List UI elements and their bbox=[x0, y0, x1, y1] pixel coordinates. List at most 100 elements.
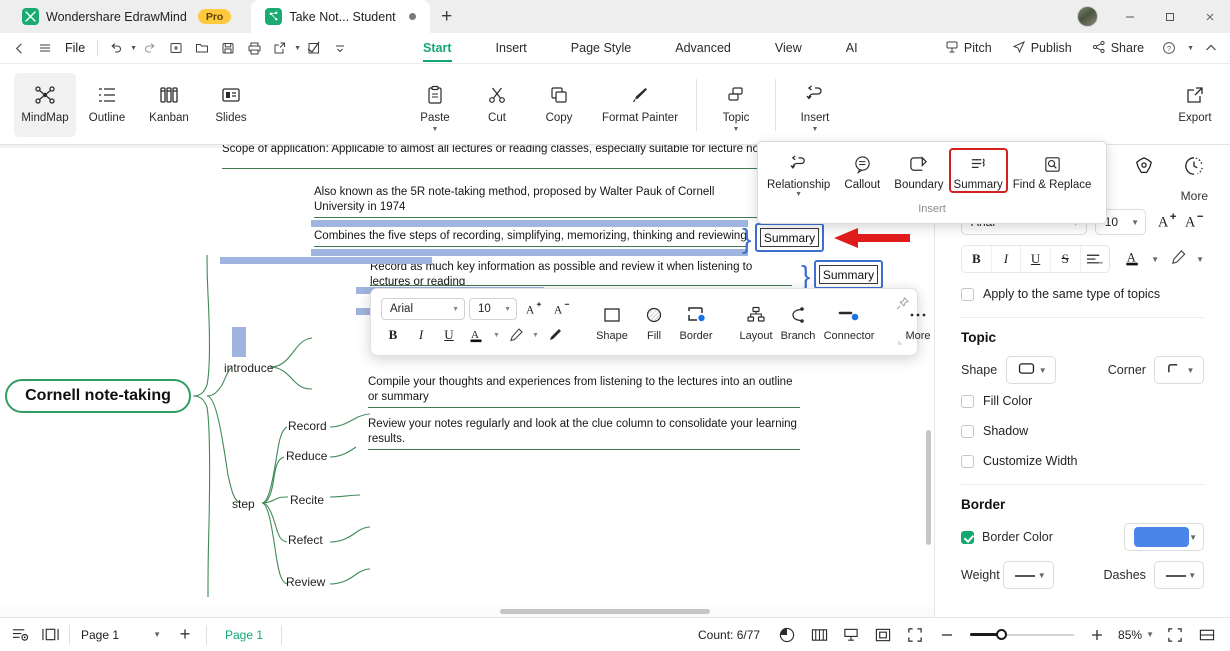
summary-node-1[interactable]: Summary bbox=[760, 228, 819, 247]
redo-icon[interactable] bbox=[137, 33, 163, 64]
ribbon-slides-button[interactable]: Slides bbox=[200, 73, 262, 137]
weight-select[interactable]: ▼ bbox=[1003, 561, 1054, 589]
branch-review[interactable]: Review bbox=[286, 575, 325, 589]
resize-handle-icon[interactable] bbox=[898, 334, 909, 347]
check-icon[interactable] bbox=[301, 33, 327, 64]
customize-width-row[interactable]: Customize Width bbox=[961, 454, 1204, 468]
outline-view-icon[interactable] bbox=[5, 618, 35, 651]
ftb-connector-button[interactable]: Connector bbox=[819, 302, 879, 342]
shadow-checkbox[interactable] bbox=[961, 424, 974, 438]
ftb-layout-button[interactable]: Layout bbox=[735, 302, 777, 342]
font-family-select[interactable]: Arial ▼ bbox=[381, 298, 465, 320]
decrease-font-icon[interactable]: A bbox=[1185, 212, 1204, 233]
document-tab[interactable]: Take Not... Student bbox=[251, 0, 430, 33]
undo-caret-icon[interactable]: ▼ bbox=[130, 45, 137, 52]
app-tab[interactable]: Wondershare EdrawMind Pro bbox=[8, 0, 245, 33]
leaf-5r-method[interactable]: Also known as the 5R note-taking method,… bbox=[314, 185, 762, 218]
history-clock-icon[interactable] bbox=[1184, 156, 1204, 179]
font-color-caret-icon[interactable]: ▼ bbox=[1151, 255, 1159, 264]
highlight-caret-icon[interactable]: ▼ bbox=[1196, 255, 1204, 264]
bold-button[interactable]: B bbox=[381, 324, 405, 346]
hamburger-menu-icon[interactable] bbox=[32, 33, 58, 64]
topic-caret-icon[interactable]: ▼ bbox=[733, 126, 740, 134]
fill-color-checkbox[interactable] bbox=[961, 394, 974, 408]
zoom-out-button[interactable] bbox=[932, 618, 962, 651]
border-color-checkbox[interactable] bbox=[961, 530, 974, 544]
style-flower-icon[interactable] bbox=[1134, 156, 1154, 179]
branch-reduce[interactable]: Reduce bbox=[286, 449, 327, 463]
underline-button[interactable]: U bbox=[437, 324, 461, 346]
split-view-icon[interactable] bbox=[1192, 618, 1222, 651]
apply-same-type-checkbox[interactable] bbox=[961, 287, 974, 301]
maximize-button[interactable] bbox=[1150, 0, 1190, 33]
shape-select[interactable]: ▼ bbox=[1005, 356, 1056, 384]
fill-color-row[interactable]: Fill Color bbox=[961, 394, 1204, 408]
leaf-record[interactable]: Record as much key information as possib… bbox=[370, 260, 792, 286]
tab-insert[interactable]: Insert bbox=[474, 33, 549, 64]
dashes-select[interactable]: ▼ bbox=[1153, 561, 1204, 589]
insert-caret-icon[interactable]: ▼ bbox=[812, 126, 819, 134]
decrease-font-icon[interactable]: A bbox=[549, 298, 573, 320]
minimize-button[interactable] bbox=[1110, 0, 1150, 33]
branch-recite[interactable]: Recite bbox=[290, 493, 324, 507]
close-button[interactable] bbox=[1190, 0, 1230, 33]
ftb-branch-button[interactable]: Branch bbox=[777, 302, 819, 342]
insert-summary-item[interactable]: Summary bbox=[948, 148, 1008, 193]
print-icon[interactable] bbox=[241, 33, 267, 64]
branch-step[interactable]: step bbox=[232, 497, 255, 511]
summary-node-2[interactable]: Summary bbox=[819, 265, 878, 284]
book-view-icon[interactable] bbox=[804, 618, 834, 651]
back-chevron-icon[interactable] bbox=[6, 33, 32, 64]
export-icon[interactable] bbox=[267, 33, 293, 64]
font-color-icon[interactable]: A bbox=[465, 324, 489, 346]
zoom-level-display[interactable]: 85% ▼ bbox=[1118, 628, 1154, 642]
help-caret-icon[interactable]: ▼ bbox=[1187, 45, 1194, 52]
zoom-in-button[interactable] bbox=[1082, 618, 1112, 651]
ftb-shape-button[interactable]: Shape bbox=[591, 302, 633, 342]
highlight-caret-icon[interactable]: ▼ bbox=[532, 332, 539, 339]
more-icon[interactable] bbox=[327, 33, 353, 64]
font-color-caret-icon[interactable]: ▼ bbox=[493, 332, 500, 339]
add-page-button[interactable]: + bbox=[168, 618, 202, 651]
ribbon-kanban-button[interactable]: Kanban bbox=[138, 73, 200, 137]
file-menu-button[interactable]: File bbox=[58, 41, 92, 55]
tab-page-style[interactable]: Page Style bbox=[549, 33, 653, 64]
root-topic[interactable]: Cornell note-taking bbox=[5, 379, 191, 413]
branch-record[interactable]: Record bbox=[288, 419, 327, 433]
increase-font-icon[interactable]: A bbox=[1158, 212, 1177, 233]
presentation-icon[interactable] bbox=[836, 618, 866, 651]
corner-select[interactable]: ▼ bbox=[1153, 356, 1205, 384]
fit-page-icon[interactable] bbox=[868, 618, 898, 651]
insert-find-replace-item[interactable]: Find & Replace bbox=[1008, 148, 1097, 193]
paste-caret-icon[interactable]: ▼ bbox=[432, 126, 439, 134]
zoom-slider[interactable] bbox=[970, 628, 1075, 642]
ribbon-topic-button[interactable]: Topic ▼ bbox=[705, 73, 767, 137]
increase-font-icon[interactable]: A bbox=[521, 298, 545, 320]
page-tab[interactable]: Page 1 bbox=[211, 628, 277, 642]
sidebar-strikethrough-button[interactable]: S bbox=[1051, 246, 1081, 272]
ribbon-mindmap-button[interactable]: MindMap bbox=[14, 72, 76, 137]
leaf-review[interactable]: Review your notes regularly and look at … bbox=[368, 417, 800, 450]
insert-boundary-item[interactable]: Boundary bbox=[889, 148, 948, 193]
ribbon-outline-button[interactable]: Outline bbox=[76, 73, 138, 137]
fullscreen-icon[interactable] bbox=[900, 618, 930, 651]
customize-width-checkbox[interactable] bbox=[961, 454, 974, 468]
zoom-slider-knob[interactable] bbox=[996, 629, 1008, 640]
ribbon-export-button[interactable]: Export bbox=[1164, 73, 1226, 137]
pitch-button[interactable]: Pitch bbox=[937, 33, 1000, 64]
ribbon-paste-button[interactable]: Paste ▼ bbox=[404, 73, 466, 137]
insert-relationship-item[interactable]: Relationship ▼ bbox=[762, 148, 835, 201]
undo-icon[interactable] bbox=[103, 33, 129, 64]
avatar[interactable] bbox=[1077, 6, 1098, 27]
new-tab-button[interactable]: + bbox=[430, 0, 464, 33]
insert-callout-item[interactable]: Callout bbox=[835, 148, 889, 193]
apply-same-type-row[interactable]: Apply to the same type of topics bbox=[961, 287, 1204, 301]
branch-introduce[interactable]: introduce bbox=[224, 361, 273, 375]
leaf-refect[interactable]: Compile your thoughts and experiences fr… bbox=[368, 375, 800, 408]
ribbon-format-painter-button[interactable]: Format Painter bbox=[590, 73, 690, 137]
mouse-mode-icon[interactable] bbox=[772, 618, 802, 651]
horizontal-scrollbar-thumb[interactable] bbox=[500, 609, 710, 614]
ribbon-cut-button[interactable]: Cut bbox=[466, 73, 528, 137]
tab-start[interactable]: Start bbox=[401, 33, 473, 64]
sidebar-underline-button[interactable]: U bbox=[1021, 246, 1051, 272]
